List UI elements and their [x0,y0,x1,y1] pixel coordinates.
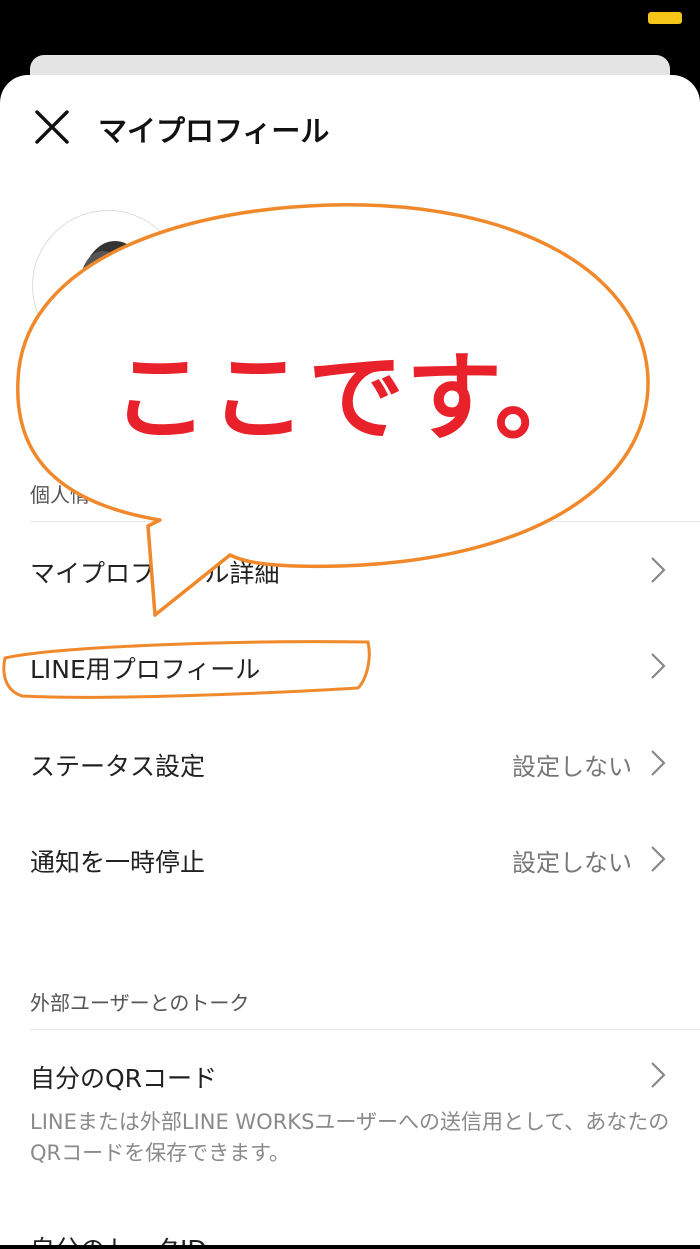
row-qr-code[interactable]: 自分のQRコード [0,1037,700,1117]
close-button[interactable] [28,103,76,151]
row-status-setting[interactable]: ステータス設定 設定しない [0,725,700,805]
row-label: ステータス設定 [30,752,206,781]
close-icon [35,110,69,144]
row-profile-detail[interactable]: マイプロフィール詳細 [0,532,700,612]
row-label: 自分のQRコード [30,1064,218,1093]
row-notification-pause[interactable]: 通知を一時停止 設定しない [0,821,700,901]
battery-icon [648,12,682,24]
chevron-right-icon [651,750,666,776]
row-label: 通知を一時停止 [30,848,206,877]
header: マイプロフィール [0,75,700,185]
row-value: 設定しない [512,849,632,877]
profile-sheet: マイプロフィール 個人情報 マイプロフィール詳細 LINE用プロフィール ステー… [0,75,700,1245]
row-label: マイプロフィール詳細 [30,559,280,588]
chevron-right-icon [651,1062,666,1088]
avatar-photo [81,241,149,337]
chevron-right-icon [651,557,666,583]
row-label: LINE用プロフィール [30,655,261,684]
avatar[interactable] [32,210,184,362]
page-title: マイプロフィール [98,114,330,148]
section-label-personal: 個人情報 [30,483,110,507]
divider [30,1029,700,1030]
divider [30,521,700,522]
qr-code-description: LINEまたは外部LINE WORKSユーザーへの送信用として、あなたのQRコー… [30,1110,670,1165]
row-line-profile[interactable]: LINE用プロフィール [0,628,700,708]
row-label: 自分のトークID [30,1230,207,1245]
section-label-external: 外部ユーザーとのトーク [30,991,250,1015]
chevron-right-icon [651,653,666,679]
row-value: 設定しない [512,753,632,781]
row-talk-id[interactable]: 自分のトークID [0,1208,700,1245]
chevron-right-icon [651,846,666,872]
status-bar [0,0,700,60]
